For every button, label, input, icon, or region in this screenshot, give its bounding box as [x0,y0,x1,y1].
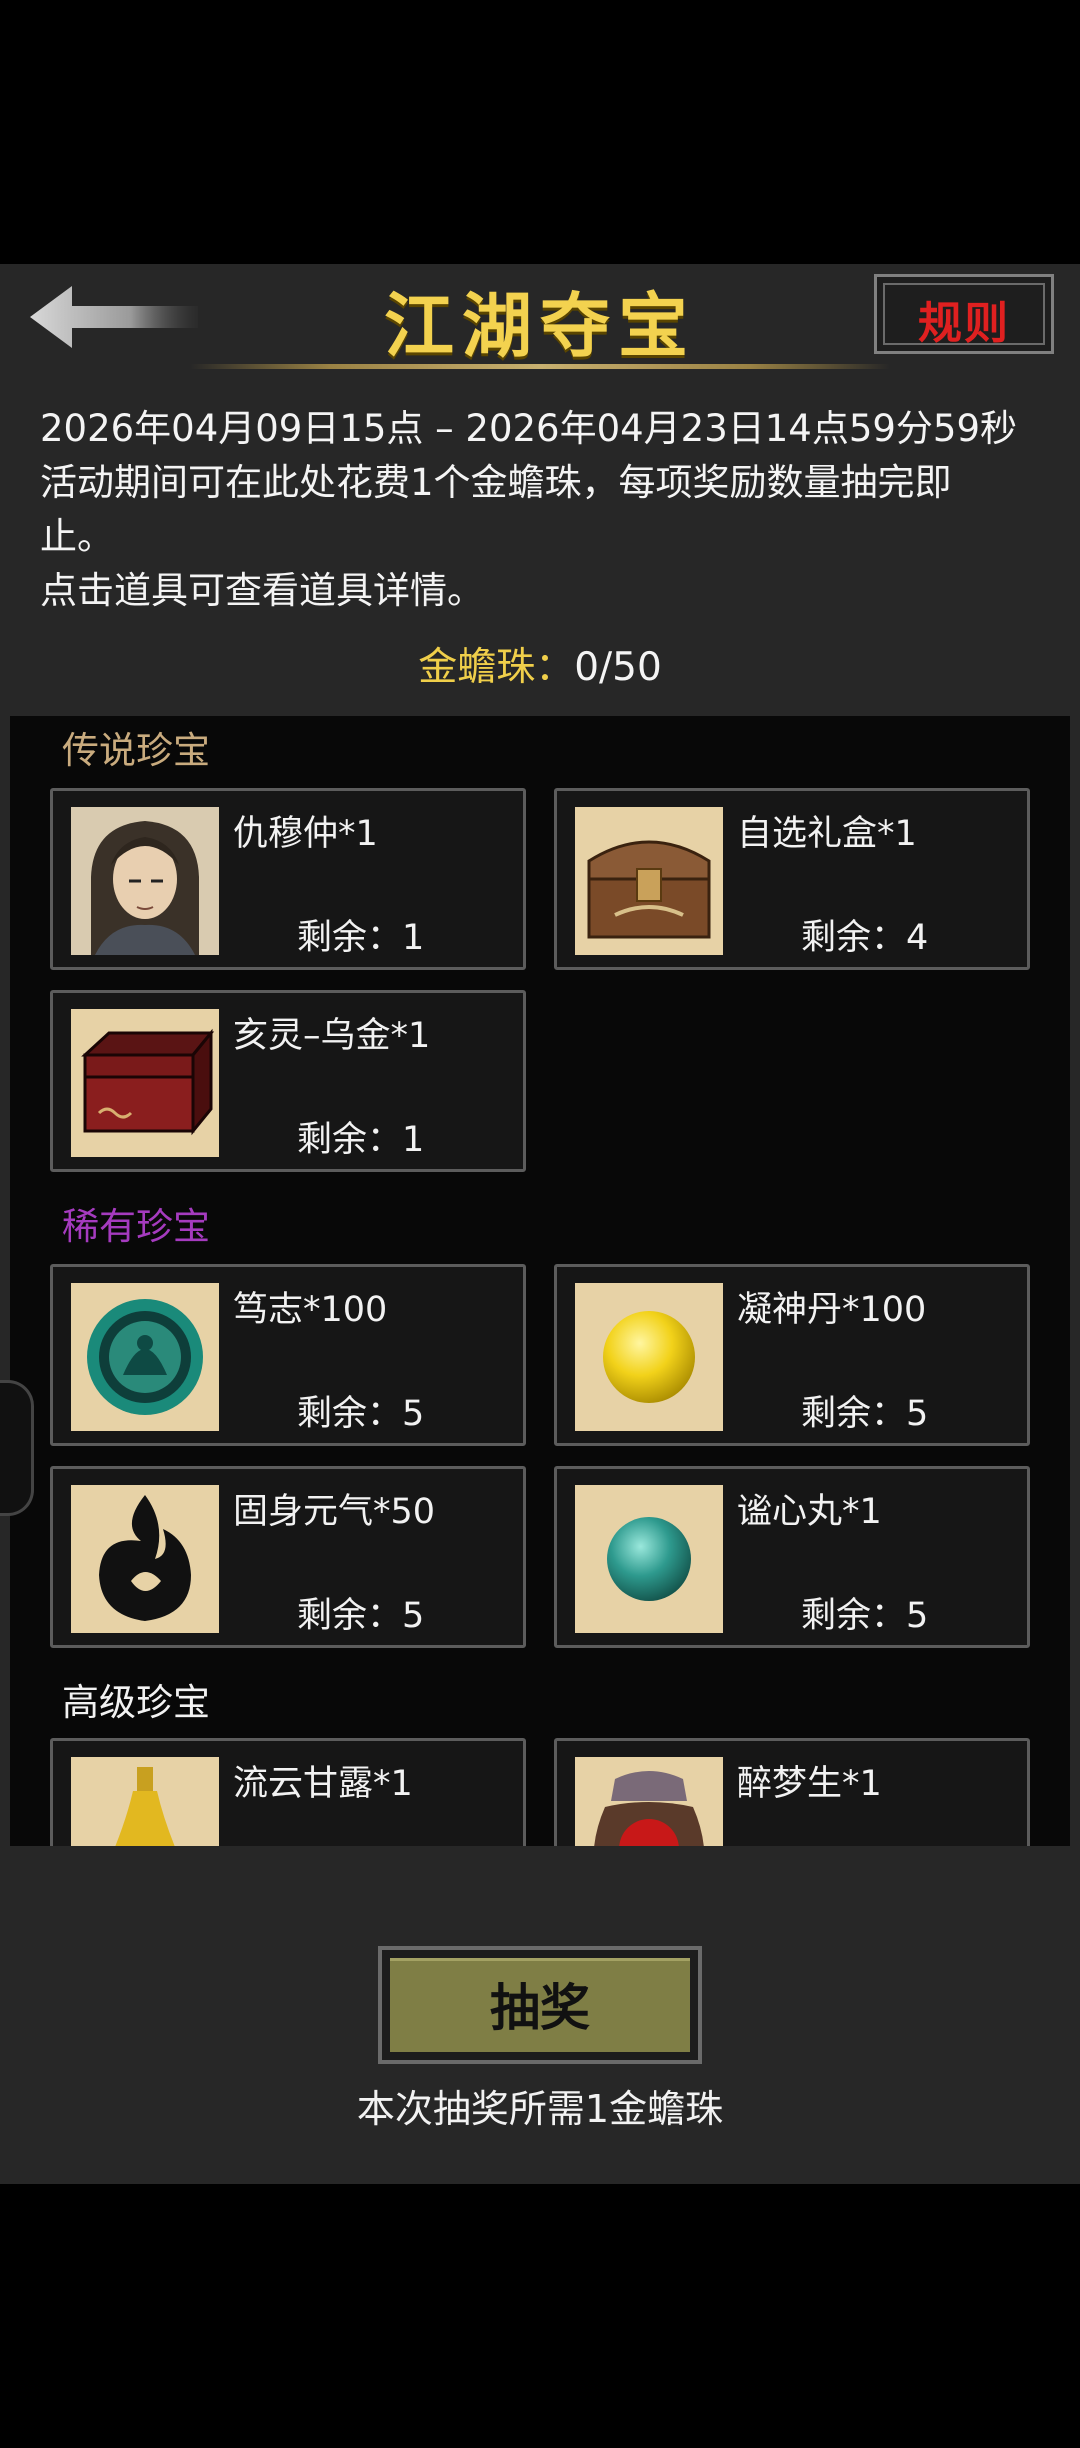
gourd-bottle-icon [71,1757,219,1846]
reward-name: 自选礼盒*1 [737,814,917,854]
event-desc-line1: 活动期间可在此处花费1个金蟾珠，每项奖励数量抽完即 [40,461,952,504]
red-box-icon [71,1009,219,1157]
currency-value: 0/50 [574,645,662,690]
draw-button[interactable]: 抽奖 [378,1946,702,2064]
draw-button-label: 抽奖 [490,1979,590,2037]
reward-name: 固身元气*50 [233,1492,436,1532]
event-period: 2026年04月09日15点 – 2026年04月23日14点59分59秒 [40,407,1017,450]
reward-remaining: 剩余：5 [801,1394,929,1434]
black-flame-icon [71,1485,219,1633]
currency-counter: 金蟾珠：0/50 [0,636,1080,692]
rules-button[interactable]: 规则 [874,274,1054,354]
portrait-icon [71,807,219,955]
draw-cost-text: 本次抽奖所需1金蟾珠 [356,2087,724,2131]
reward-name: 流云甘露*1 [233,1764,413,1804]
event-tip: 点击道具可查看道具详情。 [40,569,484,612]
reward-card[interactable]: 亥灵–乌金*1 剩余：1 [50,990,526,1172]
side-drawer-handle[interactable] [0,1380,34,1516]
jade-orb-icon [71,1283,219,1431]
reward-name: 醉梦生*1 [737,1764,882,1804]
treasure-chest-icon [575,807,723,955]
reward-remaining: 剩余：4 [801,918,929,958]
event-desc-line2: 止。 [40,515,114,558]
reward-remaining: 剩余：1 [297,918,425,958]
reward-card[interactable]: 自选礼盒*1 剩余：4 [554,788,1030,970]
section-title-rare: 稀有珍宝 [62,1205,210,1248]
reward-remaining: 剩余：5 [297,1596,425,1636]
title-divider [190,364,890,369]
reward-card[interactable]: 笃志*100 剩余：5 [50,1264,526,1446]
reward-card[interactable]: 流云甘露*1 [50,1738,526,1846]
reward-card[interactable]: 固身元气*50 剩余：5 [50,1466,526,1648]
rules-label: 规则 [918,298,1010,349]
reward-list[interactable]: 传说珍宝 仇穆仲*1 剩余：1 自选礼盒*1 剩余：4 亥灵–乌金*1 剩余：1… [10,716,1070,1846]
reward-card[interactable]: 仇穆仲*1 剩余：1 [50,788,526,970]
reward-name: 仇穆仲*1 [233,814,378,854]
reward-card[interactable]: 谧心丸*1 剩余：5 [554,1466,1030,1648]
section-title-legendary: 传说珍宝 [62,729,210,772]
section-title-advanced: 高级珍宝 [62,1681,210,1724]
reward-name: 亥灵–乌金*1 [233,1016,431,1056]
teal-pill-icon [575,1485,723,1633]
reward-name: 谧心丸*1 [737,1492,882,1532]
reward-remaining: 剩余：5 [801,1596,929,1636]
reward-name: 笃志*100 [233,1290,388,1330]
wine-jar-icon [575,1757,723,1846]
currency-label: 金蟾珠： [418,645,575,690]
reward-card[interactable]: 醉梦生*1 [554,1738,1030,1846]
yellow-pill-icon [575,1283,723,1431]
reward-remaining: 剩余：5 [297,1394,425,1434]
reward-remaining: 剩余：1 [297,1120,425,1160]
reward-name: 凝神丹*100 [737,1290,927,1330]
reward-card[interactable]: 凝神丹*100 剩余：5 [554,1264,1030,1446]
